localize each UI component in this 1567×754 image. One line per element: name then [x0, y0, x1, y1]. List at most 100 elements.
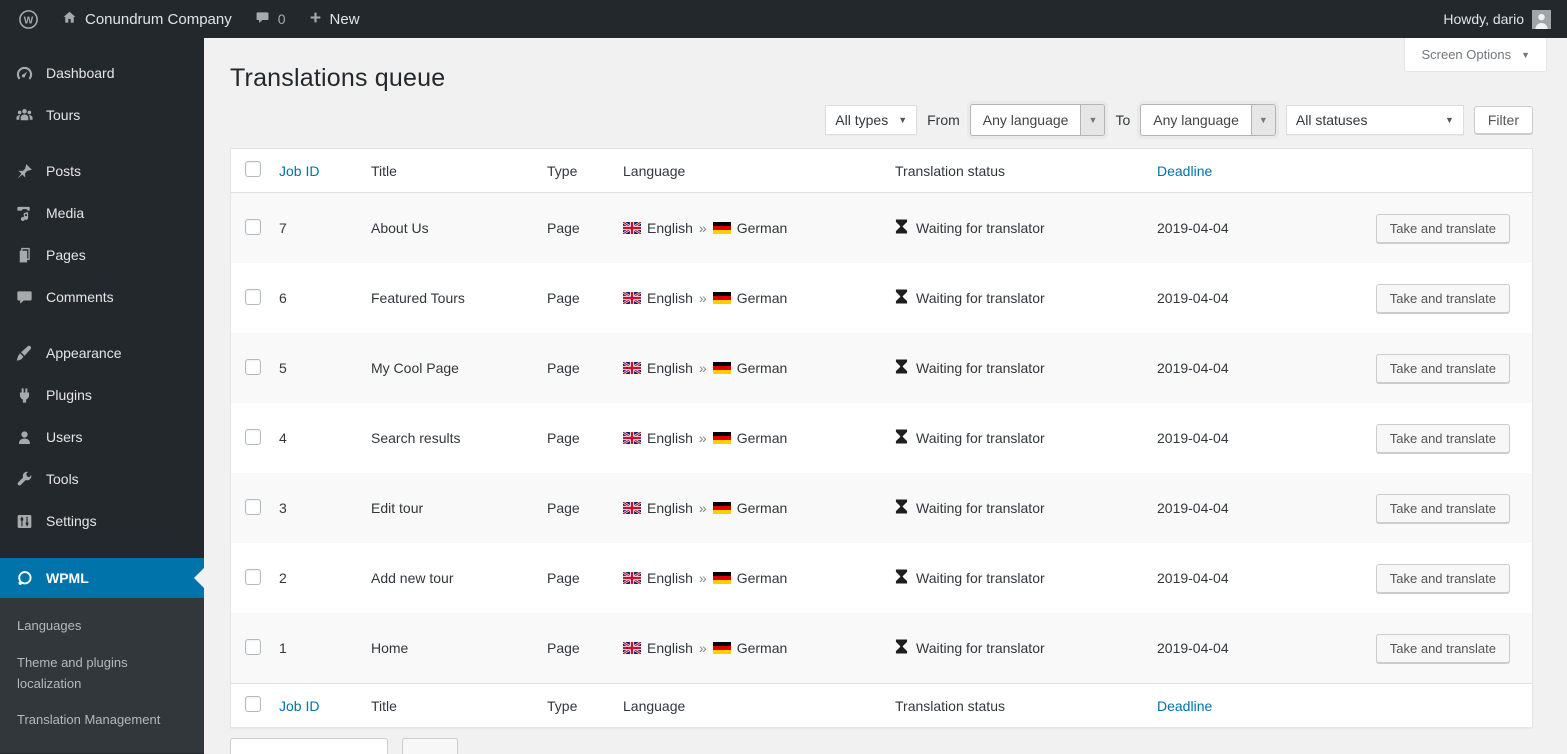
submenu-item-languages[interactable]: Languages	[0, 608, 198, 645]
language-separator: »	[698, 290, 707, 306]
sidebar-item-appearance[interactable]: Appearance	[0, 332, 204, 374]
germany-flag-icon	[712, 642, 731, 654]
language-cell: English » German	[621, 430, 893, 446]
type-filter-select[interactable]: All types ▼	[825, 105, 918, 135]
language-cell: English » German	[621, 360, 893, 376]
bulk-actions-row	[230, 738, 1533, 754]
admin-bar: W Conundrum Company 0 New Howdy, dario	[0, 0, 1567, 38]
submenu-item-translation-management[interactable]: Translation Management	[0, 702, 198, 739]
status-cell: Waiting for translator	[893, 499, 1155, 517]
chevron-down-icon[interactable]: ▼	[1080, 105, 1105, 135]
row-checkbox[interactable]	[245, 218, 261, 235]
uk-flag-icon	[622, 571, 642, 585]
wpml-submenu: Languages Theme and plugins localization…	[0, 598, 204, 754]
column-header-deadline[interactable]: Deadline	[1155, 163, 1331, 179]
type-cell: Page	[547, 220, 580, 236]
dashboard-icon	[14, 63, 34, 83]
screen-options-button[interactable]: Screen Options ▼	[1404, 38, 1547, 72]
uk-flag-icon	[622, 501, 642, 515]
to-language-select[interactable]: Any language ▼	[1140, 104, 1276, 136]
new-content-button[interactable]: New	[300, 0, 368, 38]
tours-icon	[14, 105, 34, 125]
table-row: 2 Add new tour Page English » German Wai…	[231, 543, 1532, 613]
sidebar-item-label: Dashboard	[46, 65, 115, 81]
column-header-title: Title	[371, 162, 397, 179]
users-icon	[14, 427, 34, 447]
germany-flag-icon	[712, 502, 731, 514]
take-and-translate-button[interactable]: Take and translate	[1375, 213, 1510, 243]
to-language-value: Any language	[1153, 112, 1239, 128]
sidebar-item-label: Users	[46, 429, 83, 445]
language-cell: English » German	[621, 220, 893, 236]
take-and-translate-button[interactable]: Take and translate	[1375, 283, 1510, 313]
sidebar-item-wpml[interactable]: WPML	[0, 558, 204, 598]
sidebar-item-comments[interactable]: Comments	[0, 276, 204, 318]
account-menu[interactable]: Howdy, dario	[1443, 9, 1551, 29]
job-id-cell: 4	[279, 430, 287, 446]
sidebar-item-tools[interactable]: Tools	[0, 458, 204, 500]
status-cell: Waiting for translator	[893, 289, 1155, 307]
column-header-deadline[interactable]: Deadline	[1155, 698, 1331, 714]
select-all-checkbox[interactable]	[245, 161, 261, 177]
language-cell: English » German	[621, 500, 893, 516]
germany-flag-icon	[712, 222, 731, 234]
column-header-job-id[interactable]: Job ID	[277, 698, 369, 714]
germany-flag-icon	[712, 292, 731, 304]
sidebar-item-label: WPML	[46, 570, 89, 586]
wordpress-logo-icon[interactable]: W	[10, 0, 47, 38]
chevron-down-icon: ▼	[898, 115, 908, 125]
take-and-translate-button[interactable]: Take and translate	[1375, 423, 1510, 453]
title-cell: About Us	[371, 220, 429, 236]
deadline-cell: 2019-04-04	[1157, 430, 1229, 446]
select-all-checkbox[interactable]	[245, 696, 261, 712]
sidebar-item-dashboard[interactable]: Dashboard	[0, 52, 204, 94]
filter-button[interactable]: Filter	[1473, 106, 1533, 134]
take-and-translate-button[interactable]: Take and translate	[1375, 563, 1510, 593]
table-row: 4 Search results Page English » German W…	[231, 403, 1532, 473]
pages-icon	[14, 245, 34, 265]
sidebar-item-tours[interactable]: Tours	[0, 94, 204, 136]
comments-admin-bar-item[interactable]: 0	[246, 0, 294, 38]
from-language-select[interactable]: Any language ▼	[969, 104, 1106, 136]
status-cell: Waiting for translator	[893, 359, 1155, 377]
uk-flag-icon	[622, 431, 642, 445]
sidebar-item-users[interactable]: Users	[0, 416, 204, 458]
chevron-down-icon[interactable]: ▼	[1250, 105, 1275, 135]
comments-bubble-icon	[254, 9, 271, 30]
filter-bar: All types ▼ From Any language ▼ To Any l…	[230, 104, 1533, 136]
site-name-link[interactable]: Conundrum Company	[53, 0, 240, 38]
take-and-translate-button[interactable]: Take and translate	[1375, 493, 1510, 523]
sidebar: Dashboard Tours Posts Media Pages Commen…	[0, 38, 204, 754]
row-checkbox[interactable]	[245, 498, 261, 515]
sidebar-item-settings[interactable]: Settings	[0, 500, 204, 542]
status-label: Waiting for translator	[916, 500, 1045, 516]
germany-flag-icon	[712, 362, 731, 374]
row-checkbox[interactable]	[245, 288, 261, 305]
title-cell: Add new tour	[371, 570, 454, 586]
row-checkbox[interactable]	[245, 568, 261, 585]
title-cell: Search results	[371, 430, 461, 446]
sidebar-item-media[interactable]: Media	[0, 192, 204, 234]
svg-text:W: W	[24, 15, 34, 26]
title-cell: My Cool Page	[371, 360, 459, 376]
type-cell: Page	[547, 290, 580, 306]
take-and-translate-button[interactable]: Take and translate	[1375, 633, 1510, 663]
title-cell: Edit tour	[371, 500, 424, 516]
row-checkbox[interactable]	[245, 638, 261, 655]
column-header-job-id[interactable]: Job ID	[277, 163, 369, 179]
row-checkbox[interactable]	[245, 358, 261, 375]
bulk-apply-button[interactable]	[402, 738, 458, 754]
wpml-icon	[14, 568, 34, 588]
sidebar-item-plugins[interactable]: Plugins	[0, 374, 204, 416]
to-language-label: German	[736, 290, 788, 306]
sidebar-item-posts[interactable]: Posts	[0, 150, 204, 192]
take-and-translate-button[interactable]: Take and translate	[1375, 353, 1510, 383]
status-cell: Waiting for translator	[893, 219, 1155, 237]
sidebar-item-pages[interactable]: Pages	[0, 234, 204, 276]
bulk-actions-select[interactable]	[230, 738, 388, 754]
submenu-item-theme-plugins-localization[interactable]: Theme and plugins localization	[0, 645, 198, 703]
row-checkbox[interactable]	[245, 428, 261, 445]
from-language-label: English	[647, 500, 693, 516]
status-label: Waiting for translator	[916, 570, 1045, 586]
status-filter-select[interactable]: All statuses ▼	[1285, 105, 1464, 135]
